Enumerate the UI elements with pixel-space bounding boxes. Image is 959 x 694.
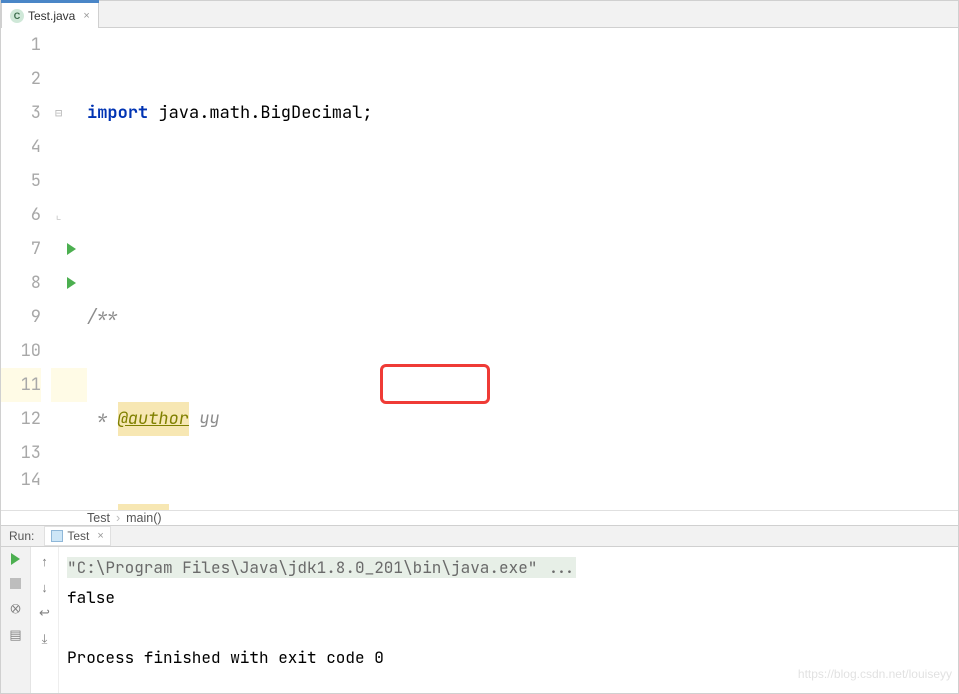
gutter-annotations: ⊟ ⌞: [51, 28, 87, 510]
line-number: 2: [1, 62, 41, 96]
up-icon[interactable]: ↑: [37, 553, 53, 569]
run-config-tab[interactable]: Test ×: [44, 526, 110, 546]
fold-end-icon[interactable]: ⌞: [55, 198, 62, 232]
code-editor[interactable]: 1 2 3 4 5 6 7 8 9 10 11 12 13 14 ⊟ ⌞: [1, 28, 958, 510]
line-number: 14: [1, 470, 41, 490]
watermark: https://blog.csdn.net/louiseyy: [798, 659, 952, 689]
breadcrumb-class[interactable]: Test: [87, 511, 110, 525]
line-number: 5: [1, 164, 41, 198]
line-number-gutter: 1 2 3 4 5 6 7 8 9 10 11 12 13 14: [1, 28, 51, 510]
tab-test-java[interactable]: C Test.java ×: [1, 2, 99, 28]
line-number: 1: [1, 28, 41, 62]
run-label: Run:: [9, 529, 34, 543]
console-output[interactable]: "C:\Program Files\Java\jdk1.8.0_201\bin\…: [59, 547, 958, 693]
line-number: 8: [1, 266, 41, 300]
chevron-right-icon: ›: [116, 511, 120, 525]
rerun-icon[interactable]: [11, 553, 20, 565]
line-number: 11: [1, 368, 41, 402]
soft-wrap-icon[interactable]: ↩: [37, 605, 53, 621]
fold-start-icon[interactable]: ⊟: [55, 96, 62, 130]
scroll-end-icon[interactable]: ⤓: [37, 631, 53, 647]
code-line: import java.math.BigDecimal;: [87, 96, 958, 130]
javadoc-date-tag: @date: [118, 504, 169, 510]
line-number: 3: [1, 96, 41, 130]
exit-icon[interactable]: ⭙: [8, 601, 24, 617]
layout-icon[interactable]: ▤: [8, 627, 24, 643]
console-output-line: false: [67, 583, 950, 613]
javadoc-author-tag: @author: [118, 402, 189, 436]
application-icon: [51, 530, 63, 542]
breadcrumb-method[interactable]: main(): [126, 511, 161, 525]
run-config-name: Test: [67, 529, 89, 543]
run-toolbar-left: ⭙ ▤: [1, 547, 31, 693]
editor-tab-bar: C Test.java ×: [1, 1, 958, 28]
line-number: 10: [1, 334, 41, 368]
code-line: [87, 198, 958, 232]
close-icon[interactable]: ×: [79, 10, 89, 22]
code-line: * @author yy: [87, 402, 958, 436]
line-number: 7: [1, 232, 41, 266]
tab-filename: Test.java: [28, 9, 75, 23]
code-line: * @date 2021/8/10 15:48: [87, 504, 958, 510]
close-icon[interactable]: ×: [93, 530, 103, 542]
line-number: 6: [1, 198, 41, 232]
code-line: /**: [87, 300, 958, 334]
line-number: 12: [1, 402, 41, 436]
run-toolbar-secondary: ↑ ↓ ↩ ⤓: [31, 547, 59, 693]
run-panel: ⭙ ▤ ↑ ↓ ↩ ⤓ "C:\Program Files\Java\jdk1.…: [1, 547, 958, 693]
line-number: 4: [1, 130, 41, 164]
code-area[interactable]: import java.math.BigDecimal; /** * @auth…: [87, 28, 958, 510]
run-line-icon[interactable]: [67, 243, 76, 255]
run-line-icon[interactable]: [67, 277, 76, 289]
instructor-highlight-box: [380, 364, 490, 404]
run-panel-header: Run: Test ×: [1, 525, 958, 547]
java-class-icon: C: [10, 9, 24, 23]
down-icon[interactable]: ↓: [37, 579, 53, 595]
console-command-line: "C:\Program Files\Java\jdk1.8.0_201\bin\…: [67, 553, 950, 583]
stop-icon[interactable]: [8, 575, 24, 591]
breadcrumb: Test › main(): [1, 510, 958, 525]
line-number: 9: [1, 300, 41, 334]
